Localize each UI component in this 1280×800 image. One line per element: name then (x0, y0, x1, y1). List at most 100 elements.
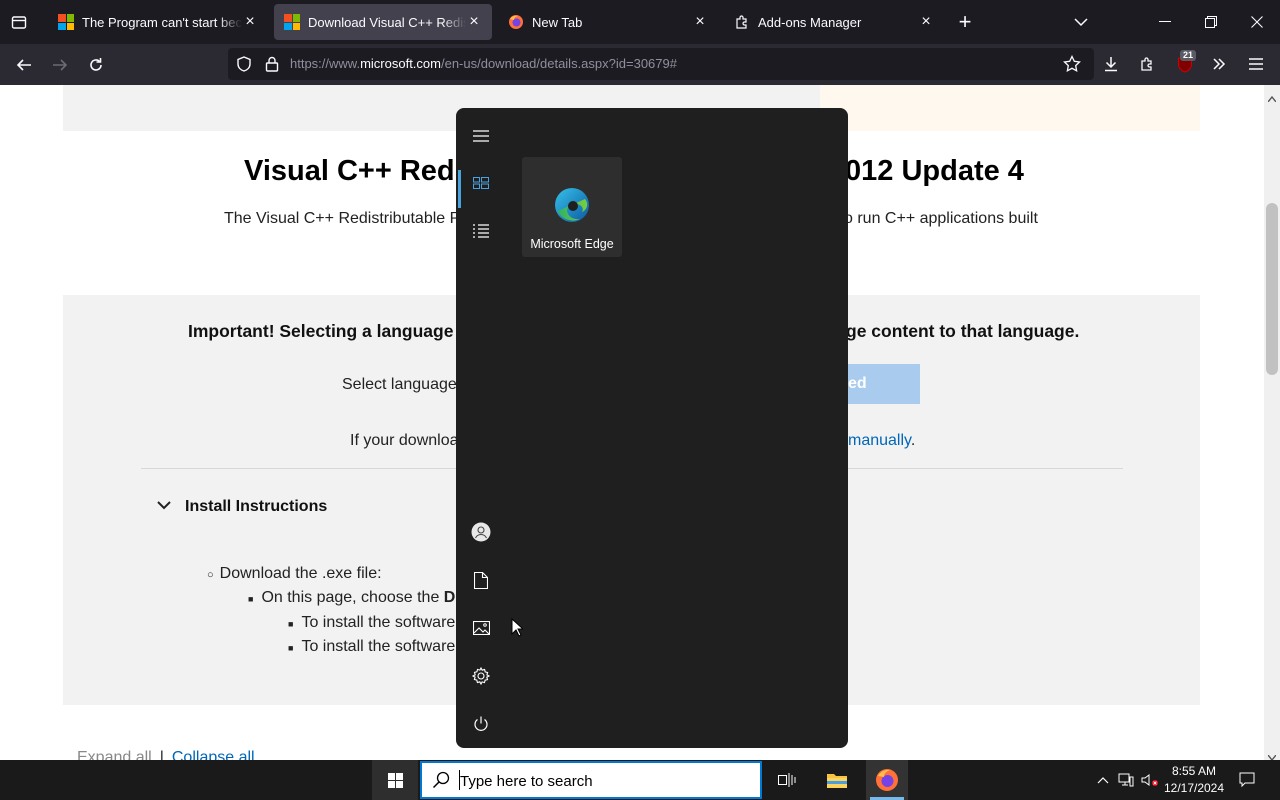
all-apps-list-icon[interactable] (469, 219, 493, 243)
list-item: ■ To install the software (288, 614, 455, 632)
chevron-down-icon[interactable] (156, 497, 172, 513)
collapse-all-link[interactable]: Collapse all (172, 749, 255, 760)
file-explorer-icon[interactable] (820, 760, 854, 800)
puzzle-icon (734, 14, 750, 30)
firefox-view-icon[interactable] (8, 11, 30, 33)
start-menu-rail (456, 108, 506, 748)
firefox-taskbar-icon[interactable] (868, 760, 906, 800)
selection-indicator (458, 170, 461, 208)
settings-icon[interactable] (469, 664, 493, 688)
tile-label: Microsoft Edge (530, 237, 614, 251)
network-icon[interactable] (1116, 760, 1136, 800)
taskbar-search-box[interactable] (420, 761, 762, 799)
text-caret (459, 770, 460, 790)
minimize-icon[interactable] (1154, 11, 1176, 33)
tracking-protection-shield-icon[interactable] (236, 56, 252, 72)
close-window-icon[interactable] (1246, 11, 1268, 33)
tab-title: Download Visual C++ Redistributable (308, 14, 466, 30)
power-icon[interactable] (469, 712, 493, 736)
period-text: . (910, 432, 916, 449)
list-item: ■ On this page, choose the Do (248, 589, 465, 607)
list-item: ○ Download the .exe file: (207, 565, 382, 583)
tab-program-cant-start[interactable]: The Program can't start because × (48, 4, 268, 40)
important-notice-left: Important! Selecting a language (188, 321, 454, 341)
important-notice-right: ge content to that language. (846, 321, 1080, 341)
search-icon (432, 771, 450, 794)
square-bullet-icon: ■ (248, 594, 254, 604)
circle-bullet-icon: ○ (207, 569, 214, 581)
search-input[interactable] (458, 770, 738, 792)
close-tab-icon[interactable]: × (242, 13, 258, 31)
system-clock[interactable]: 8:55 AM 12/17/2024 (1162, 763, 1226, 797)
notifications-icon[interactable] (1236, 760, 1258, 800)
tab-strip: The Program can't start because × Downlo… (0, 0, 1280, 44)
close-tab-icon[interactable]: × (918, 13, 934, 31)
microsoft-edge-tile[interactable]: Microsoft Edge (522, 157, 622, 257)
tab-title: The Program can't start because (82, 14, 242, 30)
pictures-icon[interactable] (469, 616, 493, 640)
install-instructions-toggle[interactable]: Install Instructions (185, 498, 327, 516)
task-view-icon[interactable] (770, 760, 804, 800)
forward-arrow-icon[interactable] (48, 53, 72, 77)
firefox-logo-icon (508, 14, 524, 30)
volume-muted-icon[interactable] (1140, 760, 1160, 800)
promo-banner (820, 85, 1200, 131)
show-hidden-icons-chevron-icon[interactable] (1094, 760, 1112, 800)
microsoft-logo-icon (58, 14, 74, 30)
start-menu: Microsoft Edge (456, 108, 848, 748)
list-item-text: To install the software (301, 638, 456, 655)
list-item-text: Download the .exe file: (219, 565, 382, 582)
description-right: o run C++ applications built (844, 210, 1038, 227)
tab-download-vc-redist[interactable]: Download Visual C++ Redistributable × (274, 4, 492, 40)
start-button[interactable] (372, 760, 418, 800)
description-left: The Visual C++ Redistributable P (224, 210, 461, 227)
new-tab-plus-icon[interactable]: + (954, 9, 976, 34)
windows-taskbar: 8:55 AM 12/17/2024 (0, 760, 1280, 800)
list-all-tabs-chevron-icon[interactable] (1070, 11, 1092, 33)
page-title-left: Visual C++ Redi (244, 155, 463, 187)
downloads-icon[interactable] (1100, 53, 1122, 75)
documents-icon[interactable] (469, 568, 493, 592)
list-item: ■ To install the software (288, 638, 455, 656)
extension-badge: 21 (1180, 50, 1197, 61)
square-bullet-icon: ■ (288, 643, 294, 653)
close-tab-icon[interactable]: × (466, 13, 482, 31)
list-item-text: On this page, choose the (261, 589, 444, 606)
clock-time: 8:55 AM (1171, 764, 1217, 778)
reload-icon[interactable] (84, 53, 108, 77)
tab-addons-manager[interactable]: Add-ons Manager × (724, 4, 944, 40)
scroll-up-arrow-icon[interactable] (1267, 89, 1277, 107)
square-bullet-icon: ■ (288, 619, 294, 629)
manually-link[interactable]: manually (848, 432, 911, 449)
page-scrollbar[interactable] (1264, 85, 1280, 762)
scrollbar-thumb[interactable] (1266, 203, 1278, 375)
back-arrow-icon[interactable] (12, 53, 36, 77)
url-text[interactable]: https://www.microsoft.com/en-us/download… (290, 56, 677, 71)
edge-logo-icon (554, 187, 590, 223)
user-icon[interactable] (469, 520, 493, 544)
overflow-chevrons-icon[interactable] (1208, 53, 1230, 75)
close-tab-icon[interactable]: × (692, 13, 708, 31)
url-prefix: https://www. (290, 56, 361, 71)
url-path: /en-us/download/details.aspx?id=30679# (440, 56, 677, 71)
navigation-toolbar: https://www.microsoft.com/en-us/download… (0, 44, 1280, 85)
tiles-icon[interactable] (469, 171, 493, 195)
tab-title: New Tab (532, 14, 583, 30)
bookmark-star-icon[interactable] (1062, 54, 1082, 74)
expand-collapse-controls: Expand all | Collapse all (77, 749, 255, 760)
address-bar[interactable]: https://www.microsoft.com/en-us/download… (228, 48, 1094, 80)
lock-icon[interactable] (264, 56, 280, 72)
hamburger-icon[interactable] (469, 124, 493, 148)
app-menu-hamburger-icon[interactable] (1245, 53, 1267, 75)
page-title-right: 012 Update 4 (845, 155, 1024, 187)
separator: | (159, 749, 164, 760)
list-item-text: To install the software (301, 614, 456, 631)
extensions-puzzle-icon[interactable] (1137, 53, 1159, 75)
download-button-label: ed (848, 375, 867, 392)
restore-window-icon[interactable] (1200, 11, 1222, 33)
tab-new-tab[interactable]: New Tab × (498, 4, 718, 40)
expand-all-link[interactable]: Expand all (77, 749, 152, 760)
tab-title: Add-ons Manager (758, 14, 862, 30)
url-domain: microsoft.com (360, 56, 441, 71)
if-download-text: If your downloa (350, 432, 459, 449)
